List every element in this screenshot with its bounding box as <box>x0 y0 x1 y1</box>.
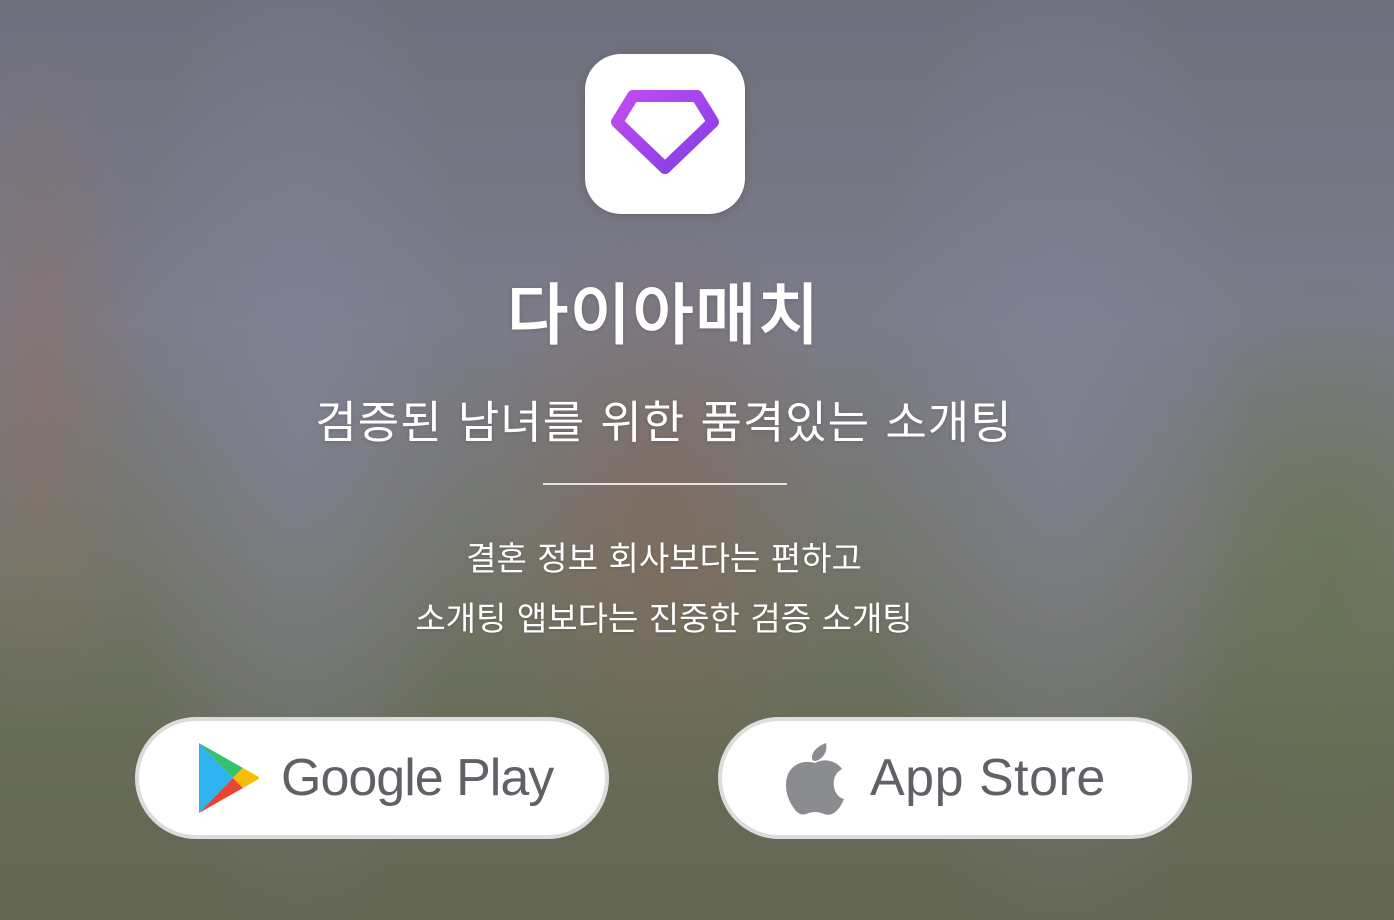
app-logo <box>585 54 745 214</box>
description-line-1: 결혼 정보 회사보다는 편하고 <box>466 539 862 578</box>
app-tagline: 검증된 남녀를 위한 품격있는 소개팅 <box>315 396 1013 449</box>
app-title: 다이아매치 <box>507 277 821 354</box>
diamond-heart-icon <box>611 90 719 178</box>
google-play-button[interactable]: Google Play <box>135 717 609 839</box>
app-store-label: App Store <box>870 749 1106 807</box>
google-play-label: Google Play <box>281 749 554 807</box>
google-play-icon <box>193 741 263 815</box>
app-store-button[interactable]: App Store <box>718 717 1192 839</box>
divider <box>543 483 787 485</box>
apple-icon <box>780 741 850 815</box>
description-line-2: 소개팅 앱보다는 진중한 검증 소개팅 <box>415 599 913 638</box>
